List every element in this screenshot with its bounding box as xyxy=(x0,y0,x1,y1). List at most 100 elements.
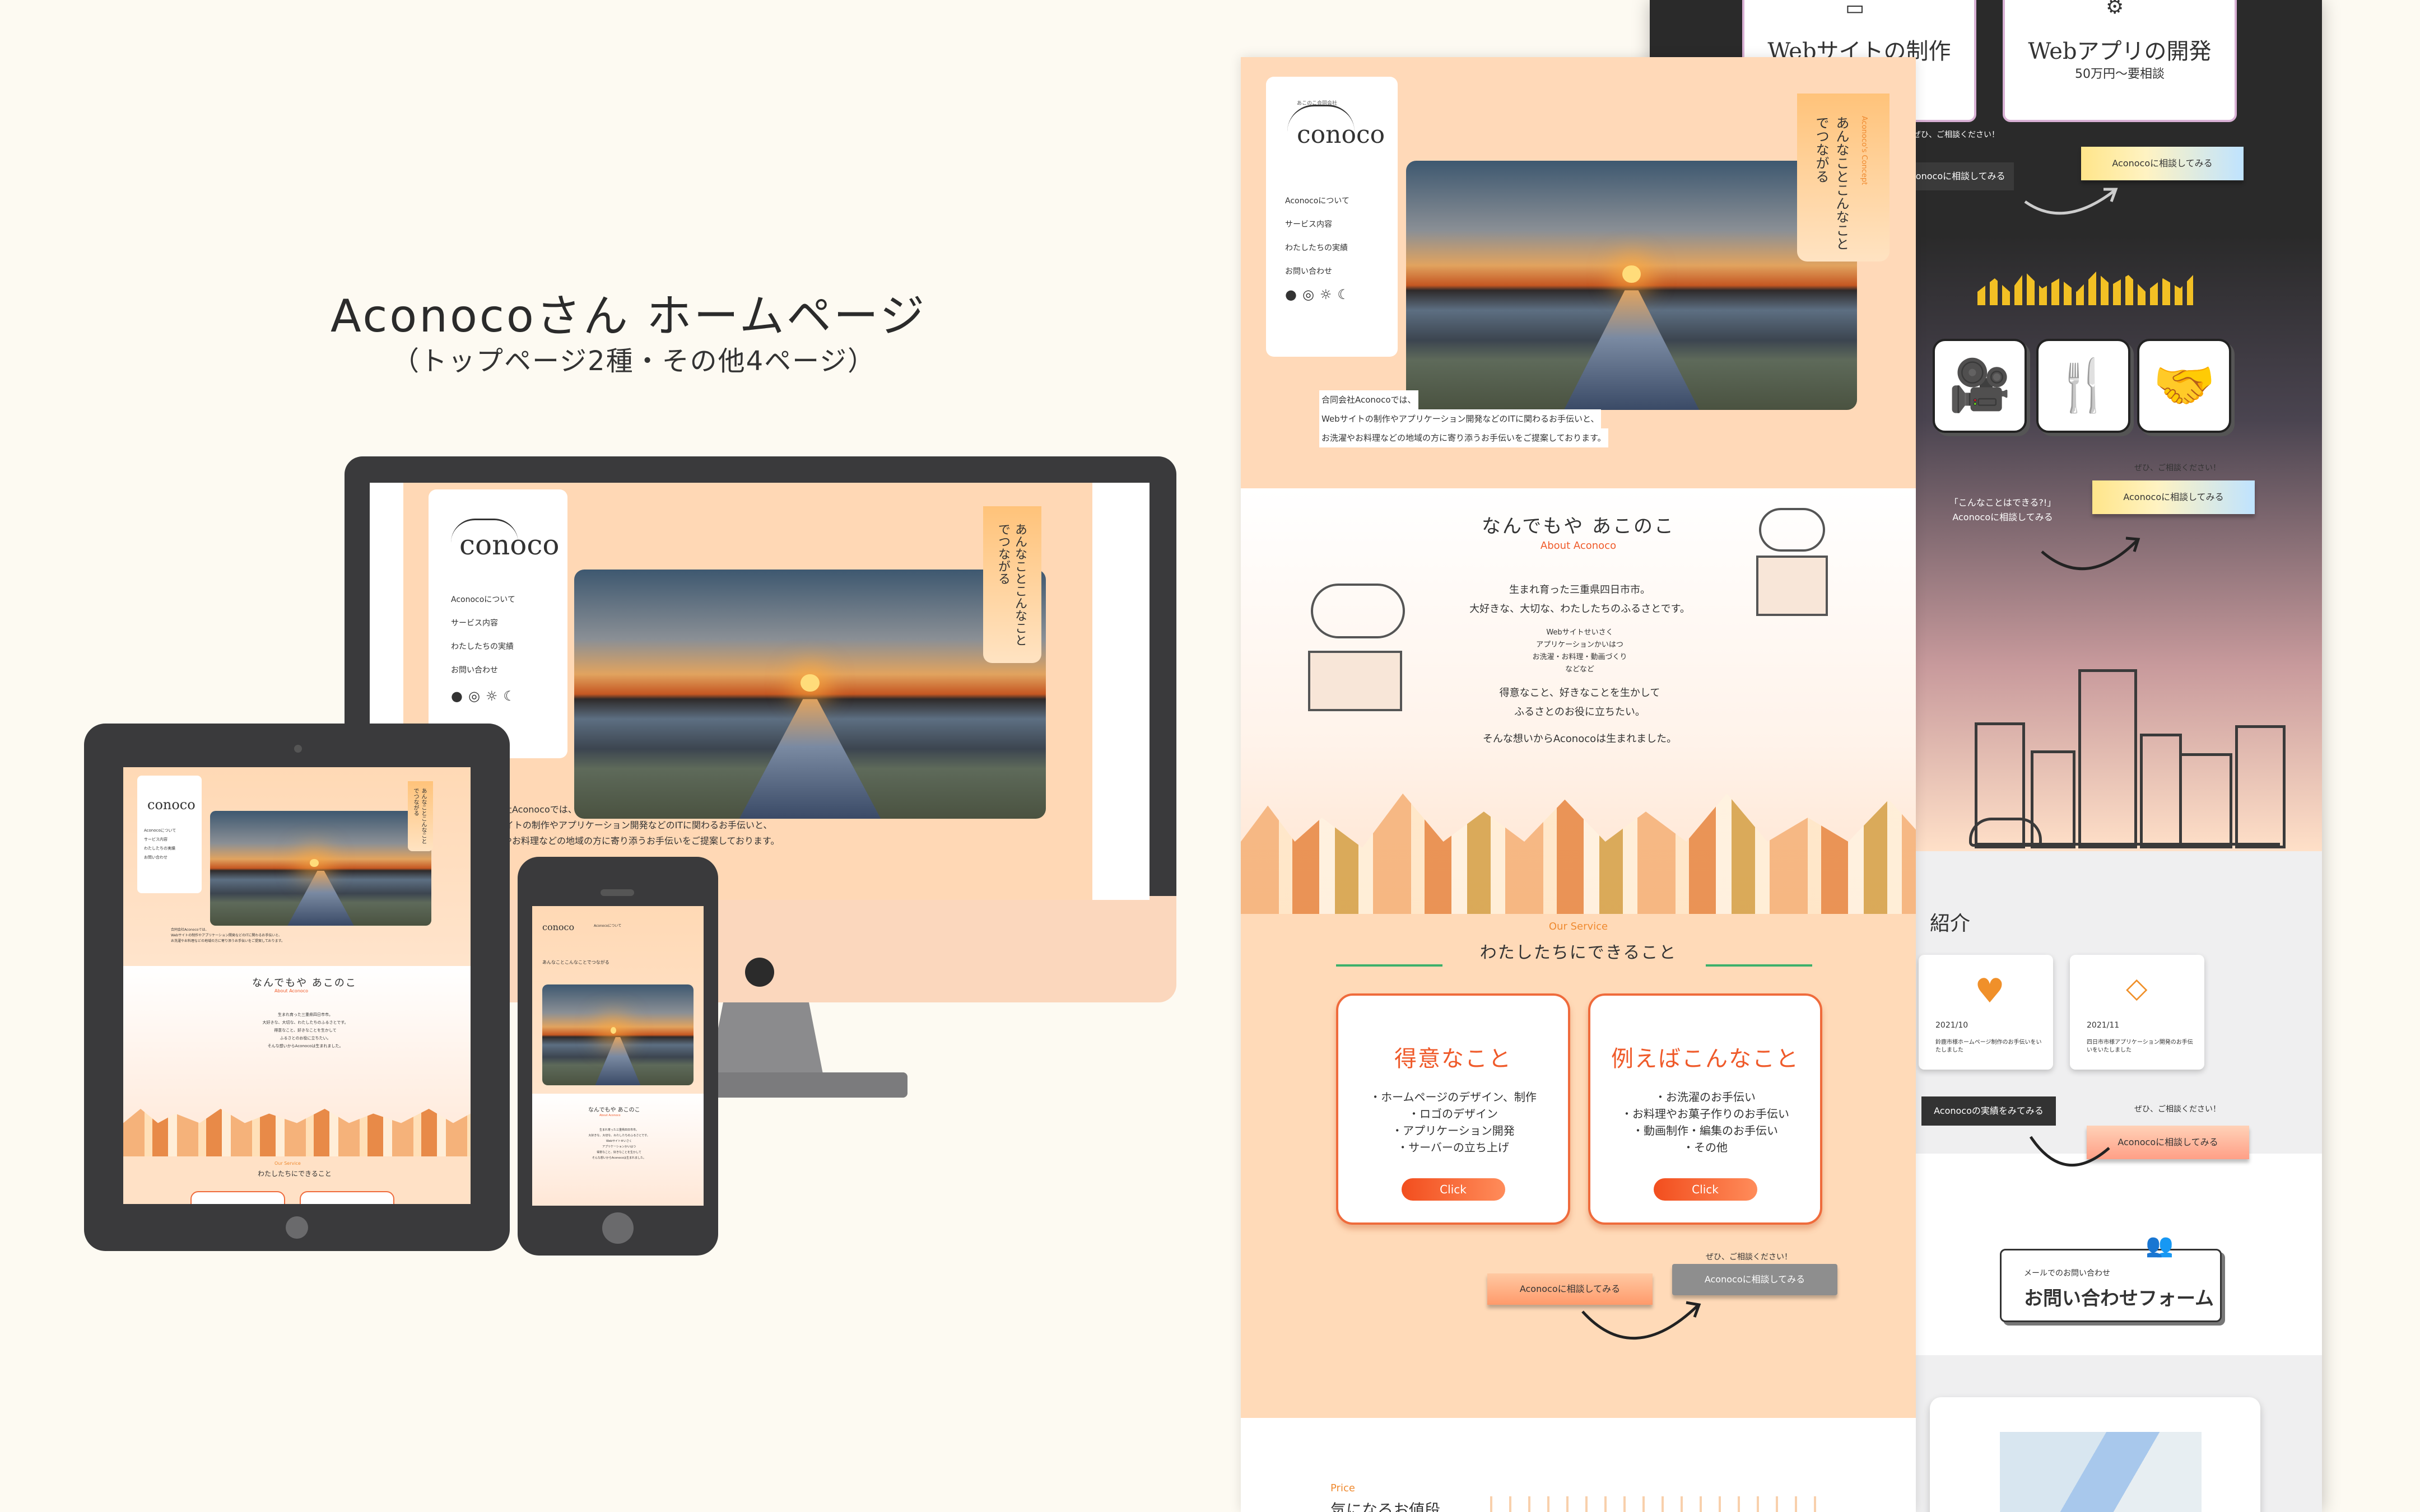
tablet-vertical-catch: あんなことこんなことでつながる xyxy=(412,788,426,844)
monitor-intro: 合同会社Aconocoでは、 Webサイトの制作やアプリケーション開発などのIT… xyxy=(476,804,780,846)
monitor-gem-icon: ◇ xyxy=(2126,972,2148,1004)
tablet-about-section: なんでもや あこのこ About Aconoco 生まれ育った三重県四日市市。 … xyxy=(123,966,471,1156)
moon-icon[interactable]: ☾ xyxy=(503,688,521,704)
service-card-examples[interactable]: 例えばこんなこと ・お洗濯のお手伝い ・お料理やお菓子作りのお手伝い ・動画制作… xyxy=(1588,993,1822,1225)
service-card-examples-click[interactable]: Click xyxy=(1653,1178,1757,1201)
tablet-logo[interactable]: conoco xyxy=(147,797,196,813)
phone-speaker xyxy=(601,889,634,896)
facebook-icon[interactable]: ● xyxy=(1285,287,1302,302)
dark-works-button[interactable]: Aconocoの実績をみてみる xyxy=(1921,1096,2056,1126)
dark-question: 「こんなことはできる?!」 Aconocoに相談してみる xyxy=(1949,497,2056,522)
service-arrow xyxy=(1581,1301,1701,1340)
service-card-strengths-list: ・ホームページのデザイン、制作 ・ロゴのデザイン ・アプリケーション開発 ・サー… xyxy=(1370,1090,1537,1154)
tablet-hero-photo xyxy=(210,811,431,926)
service-card-strengths-click[interactable]: Click xyxy=(1401,1178,1505,1201)
monitor-logo-arc xyxy=(451,519,518,543)
tablet-camera xyxy=(294,745,302,753)
service-card-examples-title: 例えばこんなこと xyxy=(1611,1046,1799,1072)
dark-work-card-2[interactable]: ◇ 2021/11 四日市市様アプリケーション開発のお手伝いをいたしました xyxy=(2070,955,2204,1070)
tablet-town-illustration xyxy=(123,1109,471,1156)
building-5 xyxy=(2179,753,2232,848)
sun-icon[interactable]: ☼ xyxy=(486,688,504,704)
dark-contact-form-button[interactable]: メールでのお問い合わせ お問い合わせフォーム xyxy=(2000,1249,2222,1322)
car-icon xyxy=(1969,818,2042,847)
tablet-about-text: 生まれ育った三重県四日市市。 大好きな、大切な、わたしたちのふるさとです。 得意… xyxy=(262,1012,348,1048)
fork-icon: 🍴 xyxy=(2051,356,2115,415)
phone-catch: あんなことこんなことでつながる xyxy=(542,960,609,965)
phone-hero-photo xyxy=(542,984,694,1085)
laptop-icon: ▭ xyxy=(1845,0,1865,20)
tablet-service-title: わたしたちにできること xyxy=(258,1170,332,1178)
moon-icon[interactable]: ☾ xyxy=(1337,287,1355,302)
tablet-intro: 合同会社Aconocoでは、 Webサイトの制作やアプリケーション開発などのIT… xyxy=(171,928,285,943)
dark-map-card xyxy=(1930,1397,2260,1512)
about-section: なんでもや あこのこ About Aconoco 生まれ育った三重県四日市市。 … xyxy=(1241,488,1916,914)
main-homepage: あこのこ合同会社 conoco Aconocoについて サービス内容 わたしたち… xyxy=(1241,57,1916,1512)
instagram-icon[interactable]: ◎ xyxy=(468,688,486,704)
page-title: Aconocoさん ホームページ xyxy=(331,290,927,342)
phone-logo[interactable]: conoco xyxy=(542,922,574,932)
dark-hint-bottom: ぜひ、ご相談ください！ xyxy=(2134,1105,2221,1114)
monitor-catch-box: あんなことこんなことでつながる xyxy=(983,506,1041,663)
dark-tile-handshake[interactable]: 🤝 xyxy=(2137,339,2231,433)
about-text: 生まれ育った三重県四日市市。 大好きな、大切な、わたしたちのふるさとです。 We… xyxy=(1469,584,1690,745)
people-icon: 👥 xyxy=(2146,1233,2174,1258)
phone-screen: conoco Aconocoについて あんなことこんなことでつながる なんでもや… xyxy=(532,906,704,1206)
service-label: Our Service xyxy=(1548,921,1608,932)
dark-service-card-app[interactable]: ⚙ Webアプリの開発 50万円〜要相談 xyxy=(2003,0,2237,122)
heart-hands-icon: ♥ xyxy=(1975,972,2005,1011)
monitor-nav-works[interactable]: わたしたちの実績 xyxy=(451,643,514,651)
building-6 xyxy=(2235,725,2286,848)
logo-tagline: あこのこ合同会社 xyxy=(1297,101,1338,106)
service-card-strengths[interactable]: 得意なこと ・ホームページのデザイン、制作 ・ロゴのデザイン ・アプリケーション… xyxy=(1336,993,1570,1225)
video-camera-icon: 🎥 xyxy=(1948,356,2012,415)
tablet-about-subtitle: About Aconoco xyxy=(274,988,309,993)
catch-box: Aconoco's Concept あんなことこんなことでつながる xyxy=(1797,94,1890,262)
service-card-examples-list: ・お洗濯のお手伝い ・お料理やお菓子作りのお手伝い ・動画制作・編集のお手伝い … xyxy=(1621,1090,1789,1154)
speech-cloud-left xyxy=(1311,584,1405,638)
town-line-left xyxy=(1336,942,1442,967)
dark-tile-video[interactable]: 🎥 xyxy=(1933,339,2027,433)
dark-work-card-1[interactable]: ♥ 2021/10 鈴鹿市様ホームページ制作のお手伝いをいたしました xyxy=(1919,955,2053,1070)
tablet-home-button[interactable] xyxy=(286,1216,308,1239)
nav-about[interactable]: Aconocoについて xyxy=(1285,197,1349,205)
nav-card: あこのこ合同会社 conoco Aconocoについて サービス内容 わたしたち… xyxy=(1266,77,1398,357)
price-town-line xyxy=(1473,1496,1821,1512)
nav-service[interactable]: サービス内容 xyxy=(1285,221,1332,228)
phone-home-button[interactable] xyxy=(602,1212,634,1244)
phone-about-title: なんでもや あこのこ xyxy=(588,1107,640,1113)
tablet-service-label: Our Service xyxy=(274,1161,301,1166)
map[interactable] xyxy=(2000,1432,2202,1512)
consult-button-alt[interactable]: Aconocoに相談してみる xyxy=(1672,1264,1837,1295)
dark-arrow-1 xyxy=(2024,188,2118,215)
town-line-right xyxy=(1706,942,1812,967)
tablet-nav-card: conoco Aconocoについて サービス内容 わたしたちの実績 お問い合わ… xyxy=(137,776,202,893)
logo[interactable]: conoco xyxy=(1297,120,1385,149)
phone-about-section: なんでもや あこのこ About Aconoco 生まれ育った三重県四日市市。 … xyxy=(532,1094,704,1206)
dark-service-card-app-sub: 50万円〜要相談 xyxy=(2075,67,2165,81)
tablet-service-section: Our Service わたしたちにできること xyxy=(123,1156,471,1204)
house-illustration xyxy=(1308,651,1402,711)
price-label: Price xyxy=(1330,1482,1355,1494)
instagram-icon[interactable]: ◎ xyxy=(1302,287,1320,302)
dark-tile-food[interactable]: 🍴 xyxy=(2036,339,2130,433)
nav-contact[interactable]: お問い合わせ xyxy=(1285,268,1332,276)
dark-consult-grad-button[interactable]: Aconocoに相談してみる xyxy=(2081,147,2244,180)
monitor-right-margin xyxy=(1092,483,1150,900)
catch-label: Aconoco's Concept xyxy=(1860,116,1868,185)
dark-arrow-2 xyxy=(2041,536,2140,570)
tablet-screen: conoco Aconocoについて サービス内容 わたしたちの実績 お問い合わ… xyxy=(123,767,471,1204)
dark-works-heading: 紹介 xyxy=(1930,912,1971,935)
dark-consult-grad-button-2[interactable]: Aconocoに相談してみる xyxy=(2092,480,2255,514)
sun-icon[interactable]: ☼ xyxy=(1320,287,1338,302)
monitor-nav-service[interactable]: サービス内容 xyxy=(451,619,498,627)
facebook-icon[interactable]: ● xyxy=(451,688,468,704)
nav-works[interactable]: わたしたちの実績 xyxy=(1285,244,1348,252)
phone-nav[interactable]: Aconocoについて xyxy=(594,923,621,928)
hero-section: あこのこ合同会社 conoco Aconocoについて サービス内容 わたしたち… xyxy=(1241,57,1916,488)
monitor-nav-contact[interactable]: お問い合わせ xyxy=(451,666,498,674)
vertical-catch: あんなことこんなことでつながる xyxy=(1813,116,1849,250)
hero-intro: 合同会社Aconocoでは、 Webサイトの制作やアプリケーション開発などのIT… xyxy=(1319,390,1608,447)
monitor-nav-about[interactable]: Aconocoについて xyxy=(451,596,515,604)
service-section: Our Service わたしたちにできること 得意なこと ・ホームページのデザ… xyxy=(1241,914,1916,1418)
